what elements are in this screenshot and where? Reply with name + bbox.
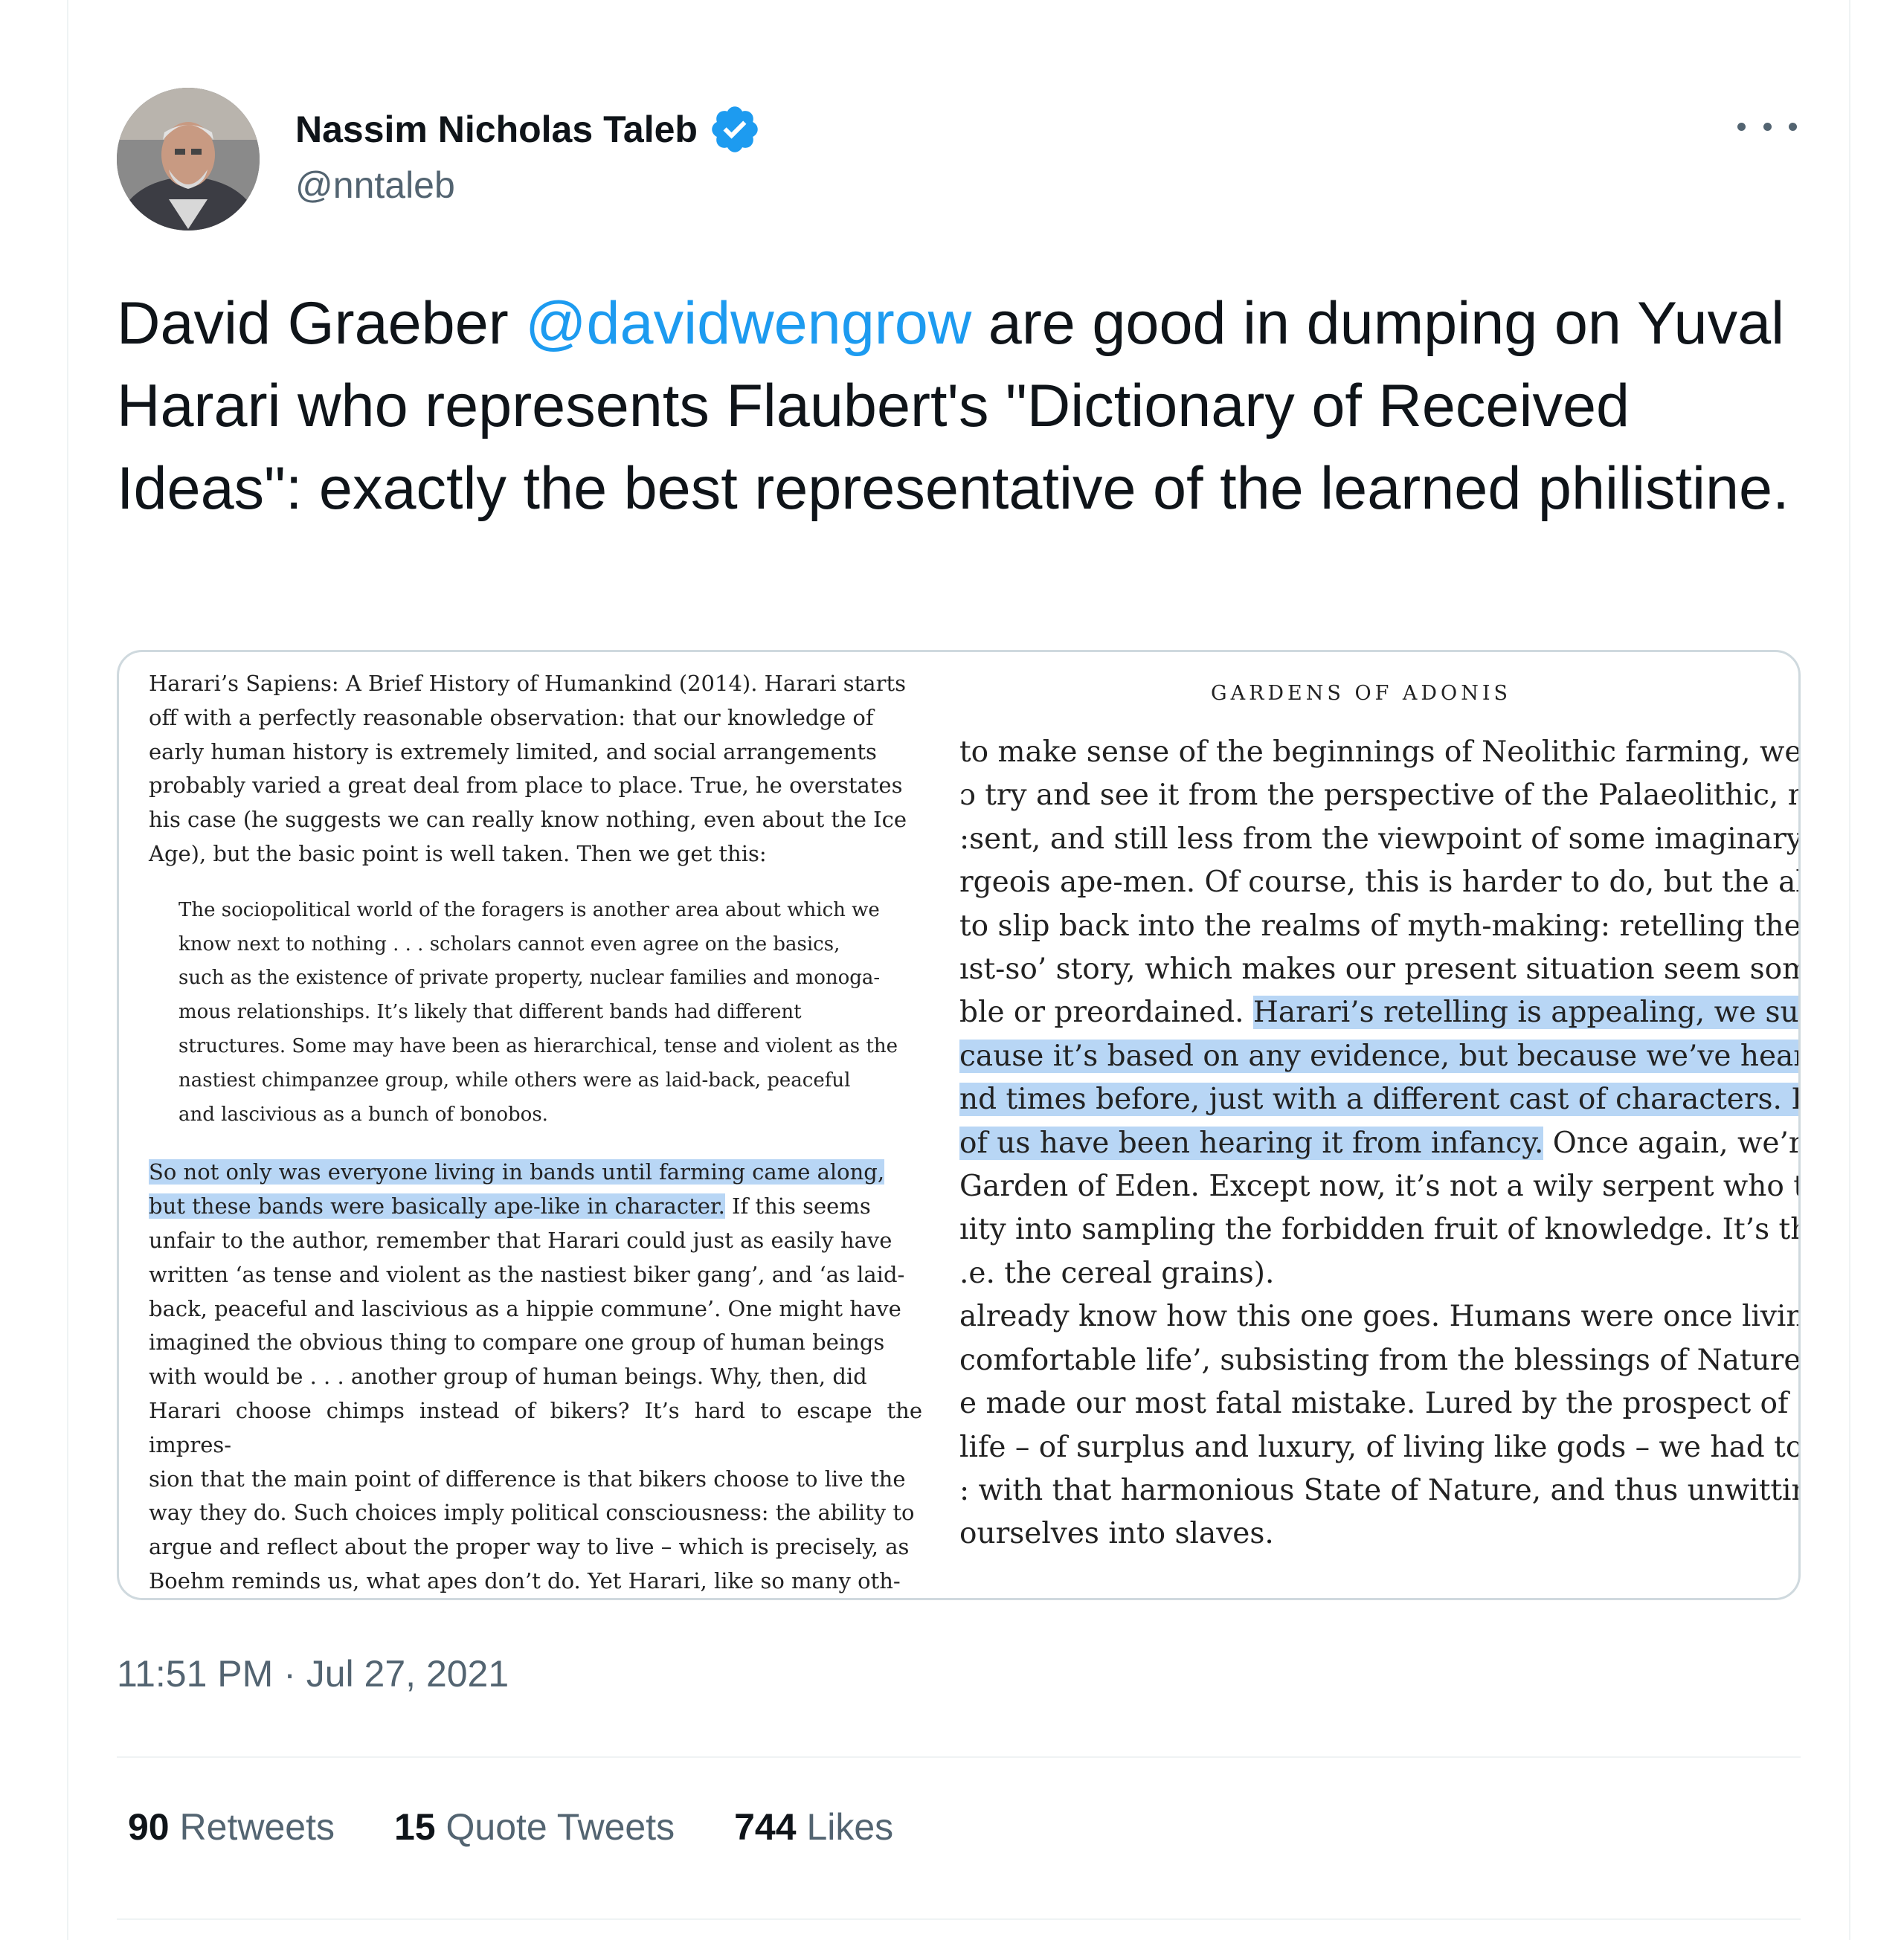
left-text: If this seems: [724, 1193, 871, 1219]
left-text-line: ers, chooses to compare early humans wit…: [149, 1599, 922, 1600]
left-text-line: sion that the main point of difference i…: [149, 1466, 906, 1492]
tweet-text: David Graeber @davidwengrow are good in …: [117, 283, 1798, 530]
right-line: of us have been hearing it from infancy.…: [959, 1122, 1798, 1165]
left-text-line: probably varied a great deal from place …: [149, 773, 903, 799]
author-name[interactable]: Nassim Nicholas Taleb: [295, 108, 698, 151]
quote-text-line: nastiest chimpanzee group, while others …: [178, 1069, 851, 1092]
left-text-line: early human history is extremely limited…: [149, 738, 877, 764]
retweets-label: Retweets: [179, 1806, 335, 1848]
right-line: .e. the cereal grains).: [959, 1256, 1275, 1290]
right-text: ble or preordained.: [959, 996, 1253, 1030]
quote-tweets-count: 15: [393, 1806, 436, 1848]
engagement-stats: 90 Retweets 15 Quote Tweets 744 Likes: [128, 1805, 893, 1849]
right-line: cause it’s based on any evidence, but be…: [959, 1035, 1798, 1078]
left-text-line: Harari choose chimps instead of bikers? …: [149, 1397, 922, 1457]
left-text-line: back, peaceful and lascivious as a hippi…: [149, 1295, 901, 1321]
quote-text-line: The sociopolitical world of the foragers…: [178, 898, 880, 921]
left-text-line: his case (he suggests we can really know…: [149, 807, 907, 833]
left-intro-paragraph: Harari’s Sapiens: A Brief History of Hum…: [149, 667, 922, 871]
right-line: ıst-so’ story, which makes our present s…: [959, 953, 1801, 987]
right-line: rgeois ape-men. Of course, this is harde…: [959, 866, 1801, 900]
quote-tweets-stat[interactable]: 15 Quote Tweets: [394, 1805, 675, 1849]
more-icon-dot: [1737, 122, 1746, 131]
right-line: ourselves into slaves.: [959, 1517, 1274, 1551]
left-text-line: off with a perfectly reasonable observat…: [149, 704, 874, 730]
left-text-line: with would be . . . another group of hum…: [149, 1364, 867, 1390]
running-head: GARDENS OF ADONIS: [1211, 682, 1511, 705]
likes-count: 744: [734, 1806, 797, 1848]
right-line: ble or preordained. Harari’s retelling i…: [959, 991, 1798, 1034]
highlight-text: Harari’s retelling is appealing, we sugg…: [1252, 996, 1798, 1030]
quote-text-line: mous relationships. It’s likely that dif…: [178, 1001, 802, 1024]
tweet-card: Nassim Nicholas Taleb @nntaleb David Gra…: [67, 0, 1850, 1940]
avatar-photo: [117, 88, 260, 231]
right-line: Garden of Eden. Except now, it’s not a w…: [959, 1170, 1801, 1204]
left-text-line: Boehm reminds us, what apes don’t do. Ye…: [149, 1567, 901, 1593]
author-name-row[interactable]: Nassim Nicholas Taleb: [295, 103, 762, 156]
right-line: e made our most fatal mistake. Lured by …: [959, 1387, 1801, 1421]
right-line: to make sense of the beginnings of Neoli…: [959, 735, 1801, 769]
book-page-left: Harari’s Sapiens: A Brief History of Hum…: [149, 667, 922, 1600]
highlight-text: but these bands were basically ape-like …: [149, 1193, 725, 1219]
left-text-line: imagined the obvious thing to compare on…: [149, 1330, 885, 1356]
left-body-paragraph: So not only was everyone living in bands…: [149, 1156, 922, 1600]
highlight-text: cause it’s based on any evidence, but be…: [959, 1039, 1798, 1073]
right-line: ɔ try and see it from the perspective of…: [959, 779, 1801, 813]
right-text: Once again, we’re ba: [1552, 1126, 1798, 1160]
avatar[interactable]: [117, 88, 260, 231]
divider: [117, 1918, 1801, 1920]
right-line: to slip back into the realms of myth-mak…: [959, 909, 1801, 943]
quote-text-line: and lascivious as a bunch of bonobos.: [178, 1103, 548, 1126]
right-line: :sent, and still less from the viewpoint…: [959, 822, 1801, 856]
right-line: life – of surplus and luxury, of living …: [959, 1430, 1801, 1464]
highlight-text: of us have been hearing it from infancy.: [959, 1126, 1544, 1160]
quote-text-line: know next to nothing . . . scholars cann…: [178, 932, 840, 956]
left-block-quote: The sociopolitical world of the foragers…: [178, 894, 922, 1132]
left-text-line: unfair to the author, remember that Hara…: [149, 1227, 892, 1253]
likes-label: Likes: [806, 1806, 894, 1848]
right-line: already know how this one goes. Humans w…: [959, 1300, 1801, 1334]
right-line: : with that harmonious State of Nature, …: [959, 1473, 1801, 1507]
highlight-text: nd times before, just with a different c…: [959, 1083, 1798, 1117]
author-handle[interactable]: @nntaleb: [295, 164, 455, 207]
quote-text-line: such as the existence of private propert…: [178, 967, 881, 990]
highlight-text: So not only was everyone living in bands…: [149, 1159, 885, 1185]
tweet-text-start: David Graeber: [117, 290, 526, 357]
quote-text-line: structures. Some may have been as hierar…: [178, 1034, 898, 1057]
more-icon-dot: [1763, 122, 1772, 131]
quote-tweets-label: Quote Tweets: [446, 1806, 675, 1848]
mention-link[interactable]: @davidwengrow: [525, 290, 971, 357]
right-line: ıity into sampling the forbidden fruit o…: [959, 1213, 1801, 1247]
left-text-line: written ‘as tense and violent as the nas…: [149, 1261, 905, 1287]
left-text-line: way they do. Such choices imply politica…: [149, 1500, 915, 1526]
verified-badge-icon: [712, 106, 758, 152]
book-page-right: GARDENS OF ADONIS to make sense of the b…: [959, 674, 1801, 1582]
retweets-stat[interactable]: 90 Retweets: [128, 1805, 335, 1849]
right-line: nd times before, just with a different c…: [959, 1078, 1798, 1121]
more-options-button[interactable]: [1737, 112, 1797, 141]
left-text-line: Age), but the basic point is well taken.…: [149, 840, 767, 866]
retweets-count: 90: [128, 1806, 170, 1848]
tweet-timestamp[interactable]: 11:51 PM · Jul 27, 2021: [117, 1652, 509, 1695]
divider: [117, 1756, 1801, 1758]
likes-stat[interactable]: 744 Likes: [734, 1805, 893, 1849]
tweet-image[interactable]: Harari’s Sapiens: A Brief History of Hum…: [117, 650, 1801, 1600]
more-icon-dot: [1789, 122, 1797, 131]
right-line: comfortable life’, subsisting from the b…: [959, 1343, 1801, 1377]
left-text-line: argue and reflect about the proper way t…: [149, 1534, 910, 1560]
left-text-line: Harari’s Sapiens: A Brief History of Hum…: [149, 671, 906, 696]
